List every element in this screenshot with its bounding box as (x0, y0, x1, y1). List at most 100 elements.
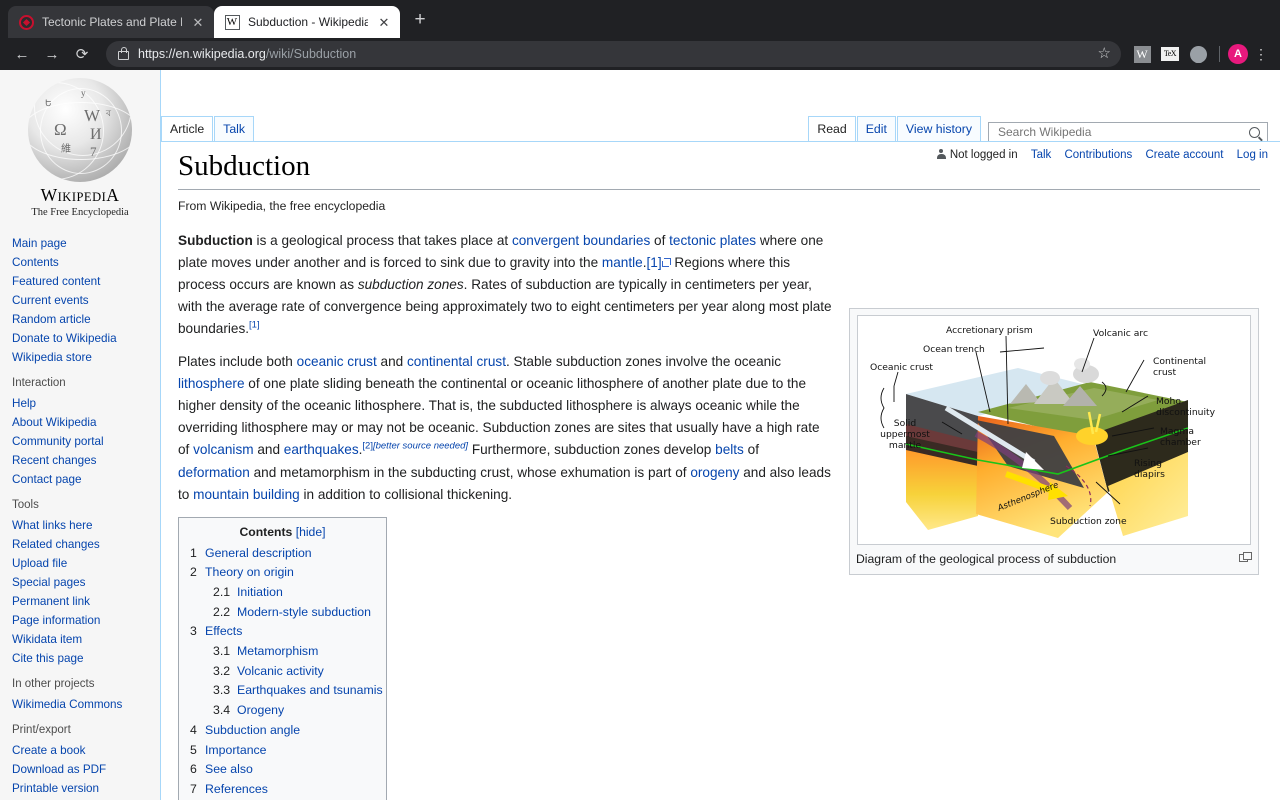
link-continental-crust[interactable]: continental crust (407, 354, 506, 369)
toc-item-references[interactable]: 7 References (190, 780, 375, 800)
sidebar-item-download-as-pdf[interactable]: Download as PDF (12, 758, 160, 777)
sidebar-item-upload-file[interactable]: Upload file (12, 552, 160, 571)
toc-item-metamorphism[interactable]: 3.1 Metamorphism (190, 642, 375, 662)
sidebar-link[interactable]: Wikimedia Commons (12, 698, 122, 711)
sidebar-link[interactable]: Related changes (12, 538, 100, 551)
sidebar-link[interactable]: Cite this page (12, 652, 83, 665)
sidebar-item-contact-page[interactable]: Contact page (12, 468, 160, 487)
toc-item-initiation[interactable]: 2.1 Initiation (190, 583, 375, 603)
sidebar-item-current-events[interactable]: Current events (12, 289, 160, 308)
browser-tab-tectonic-plates[interactable]: Tectonic Plates and Plate Boun ✕ (8, 6, 214, 38)
toc-item-modern-style-subduction[interactable]: 2.2 Modern-style subduction (190, 603, 375, 623)
forward-icon[interactable]: → (38, 40, 66, 68)
sidebar-link[interactable]: Wikipedia store (12, 351, 92, 364)
sidebar-item-page-information[interactable]: Page information (12, 609, 160, 628)
sidebar-link[interactable]: Donate to Wikipedia (12, 332, 117, 345)
link-lithosphere[interactable]: lithosphere (178, 376, 245, 391)
sidebar-link[interactable]: About Wikipedia (12, 416, 96, 429)
tex-extension-icon[interactable]: TeX (1159, 43, 1181, 65)
toc-link[interactable]: Effects (205, 624, 242, 638)
new-tab-button[interactable]: + (406, 7, 434, 35)
better-source-needed-tag[interactable]: [better source needed] (373, 441, 468, 452)
link-convergent-boundaries[interactable]: convergent boundaries (512, 233, 650, 248)
toc-link[interactable]: Subduction angle (205, 723, 300, 737)
toc-link[interactable]: Importance (205, 743, 267, 757)
link-earthquakes[interactable]: earthquakes (284, 442, 359, 457)
subduction-diagram-image[interactable]: Accretionary prism Volcanic arc Ocean tr… (857, 315, 1251, 545)
browser-tab-subduction[interactable]: W Subduction - Wikipedia ✕ (214, 6, 400, 38)
github-extension-icon[interactable] (1187, 43, 1209, 65)
sidebar-link[interactable]: Recent changes (12, 454, 96, 467)
toc-item-orogeny[interactable]: 3.4 Orogeny (190, 701, 375, 721)
avatar[interactable]: A (1228, 44, 1248, 64)
toc-link[interactable]: See also (205, 762, 253, 776)
sidebar-link[interactable]: Featured content (12, 275, 100, 288)
toc-toggle[interactable]: [hide] (296, 525, 326, 539)
sidebar-item-main-page[interactable]: Main page (12, 232, 160, 251)
sidebar-link[interactable]: Community portal (12, 435, 104, 448)
wikipedia-logo[interactable]: Ω W И 7 維 у Ե ব WIKIPEDIA The Free Encyc… (13, 78, 148, 218)
toc-link[interactable]: References (205, 782, 268, 796)
link-oceanic-crust[interactable]: oceanic crust (297, 354, 377, 369)
ref-sup-1[interactable]: [1] (249, 320, 260, 331)
sidebar-item-cite-this-page[interactable]: Cite this page (12, 647, 160, 666)
toc-link[interactable]: Orogeny (237, 703, 284, 717)
link-deformation[interactable]: deformation (178, 465, 250, 480)
sidebar-link[interactable]: Main page (12, 237, 67, 250)
sidebar-link[interactable]: Random article (12, 313, 91, 326)
link-tectonic-plates[interactable]: tectonic plates (669, 233, 756, 248)
sidebar-item-about-wikipedia[interactable]: About Wikipedia (12, 411, 160, 430)
sidebar-link[interactable]: Printable version (12, 782, 99, 795)
search-input[interactable] (996, 124, 1249, 140)
sidebar-item-permanent-link[interactable]: Permanent link (12, 590, 160, 609)
wikipedia-extension-icon[interactable]: W (1131, 43, 1153, 65)
toc-item-subduction-angle[interactable]: 4 Subduction angle (190, 721, 375, 741)
reload-icon[interactable]: ⟳ (68, 40, 96, 68)
link-mountain-building[interactable]: mountain building (193, 487, 300, 502)
sidebar-item-what-links-here[interactable]: What links here (12, 514, 160, 533)
sidebar-link[interactable]: Download as PDF (12, 763, 106, 776)
sidebar-link[interactable]: Special pages (12, 576, 85, 589)
sidebar-item-special-pages[interactable]: Special pages (12, 571, 160, 590)
sidebar-link[interactable]: Upload file (12, 557, 67, 570)
toc-item-general-description[interactable]: 1 General description (190, 544, 375, 564)
back-icon[interactable]: ← (8, 40, 36, 68)
sidebar-item-donate[interactable]: Donate to Wikipedia (12, 327, 160, 346)
star-icon[interactable]: ☆ (1098, 44, 1111, 62)
search-icon[interactable] (1249, 126, 1260, 138)
toc-item-see-also[interactable]: 6 See also (190, 760, 375, 780)
sidebar-link[interactable]: Page information (12, 614, 100, 627)
sidebar-item-community-portal[interactable]: Community portal (12, 430, 160, 449)
toc-item-importance[interactable]: 5 Importance (190, 741, 375, 761)
sidebar-item-random-article[interactable]: Random article (12, 308, 160, 327)
sidebar-item-store[interactable]: Wikipedia store (12, 346, 160, 365)
tab-article[interactable]: Article (161, 116, 214, 143)
toc-link[interactable]: Metamorphism (237, 644, 318, 658)
tab-close-icon[interactable]: ✕ (376, 16, 392, 29)
toc-link[interactable]: General description (205, 546, 312, 560)
sidebar-item-recent-changes[interactable]: Recent changes (12, 449, 160, 468)
sidebar-item-help[interactable]: Help (12, 392, 160, 411)
link-mantle[interactable]: mantle (602, 255, 643, 270)
toc-link[interactable]: Modern-style subduction (237, 605, 371, 619)
toc-link[interactable]: Theory on origin (205, 565, 294, 579)
tab-talk[interactable]: Talk (214, 116, 255, 142)
sidebar-item-contents[interactable]: Contents (12, 251, 160, 270)
sidebar-link[interactable]: Current events (12, 294, 89, 307)
sidebar-link[interactable]: Contents (12, 256, 59, 269)
sidebar-link[interactable]: Wikidata item (12, 633, 82, 646)
ref-sup-2[interactable]: [2] (362, 441, 373, 452)
search-box[interactable] (988, 122, 1268, 142)
sidebar-link[interactable]: Contact page (12, 473, 82, 486)
toc-link[interactable]: Initiation (237, 585, 283, 599)
sidebar-link[interactable]: Help (12, 397, 36, 410)
address-bar[interactable]: https://en.wikipedia.org/wiki/Subduction… (106, 41, 1121, 67)
toc-link[interactable]: Earthquakes and tsunamis (237, 683, 383, 697)
toc-item-earthquakes-and-tsunamis[interactable]: 3.3 Earthquakes and tsunamis (190, 681, 383, 701)
toc-item-theory-on-origin[interactable]: 2 Theory on origin (190, 563, 375, 583)
kebab-menu-icon[interactable]: ⋮ (1250, 47, 1272, 61)
tab-view-history[interactable]: View history (896, 116, 981, 142)
sidebar-item-featured-content[interactable]: Featured content (12, 270, 160, 289)
sidebar-link[interactable]: Create a book (12, 744, 85, 757)
sidebar-item-create-a-book[interactable]: Create a book (12, 739, 160, 758)
